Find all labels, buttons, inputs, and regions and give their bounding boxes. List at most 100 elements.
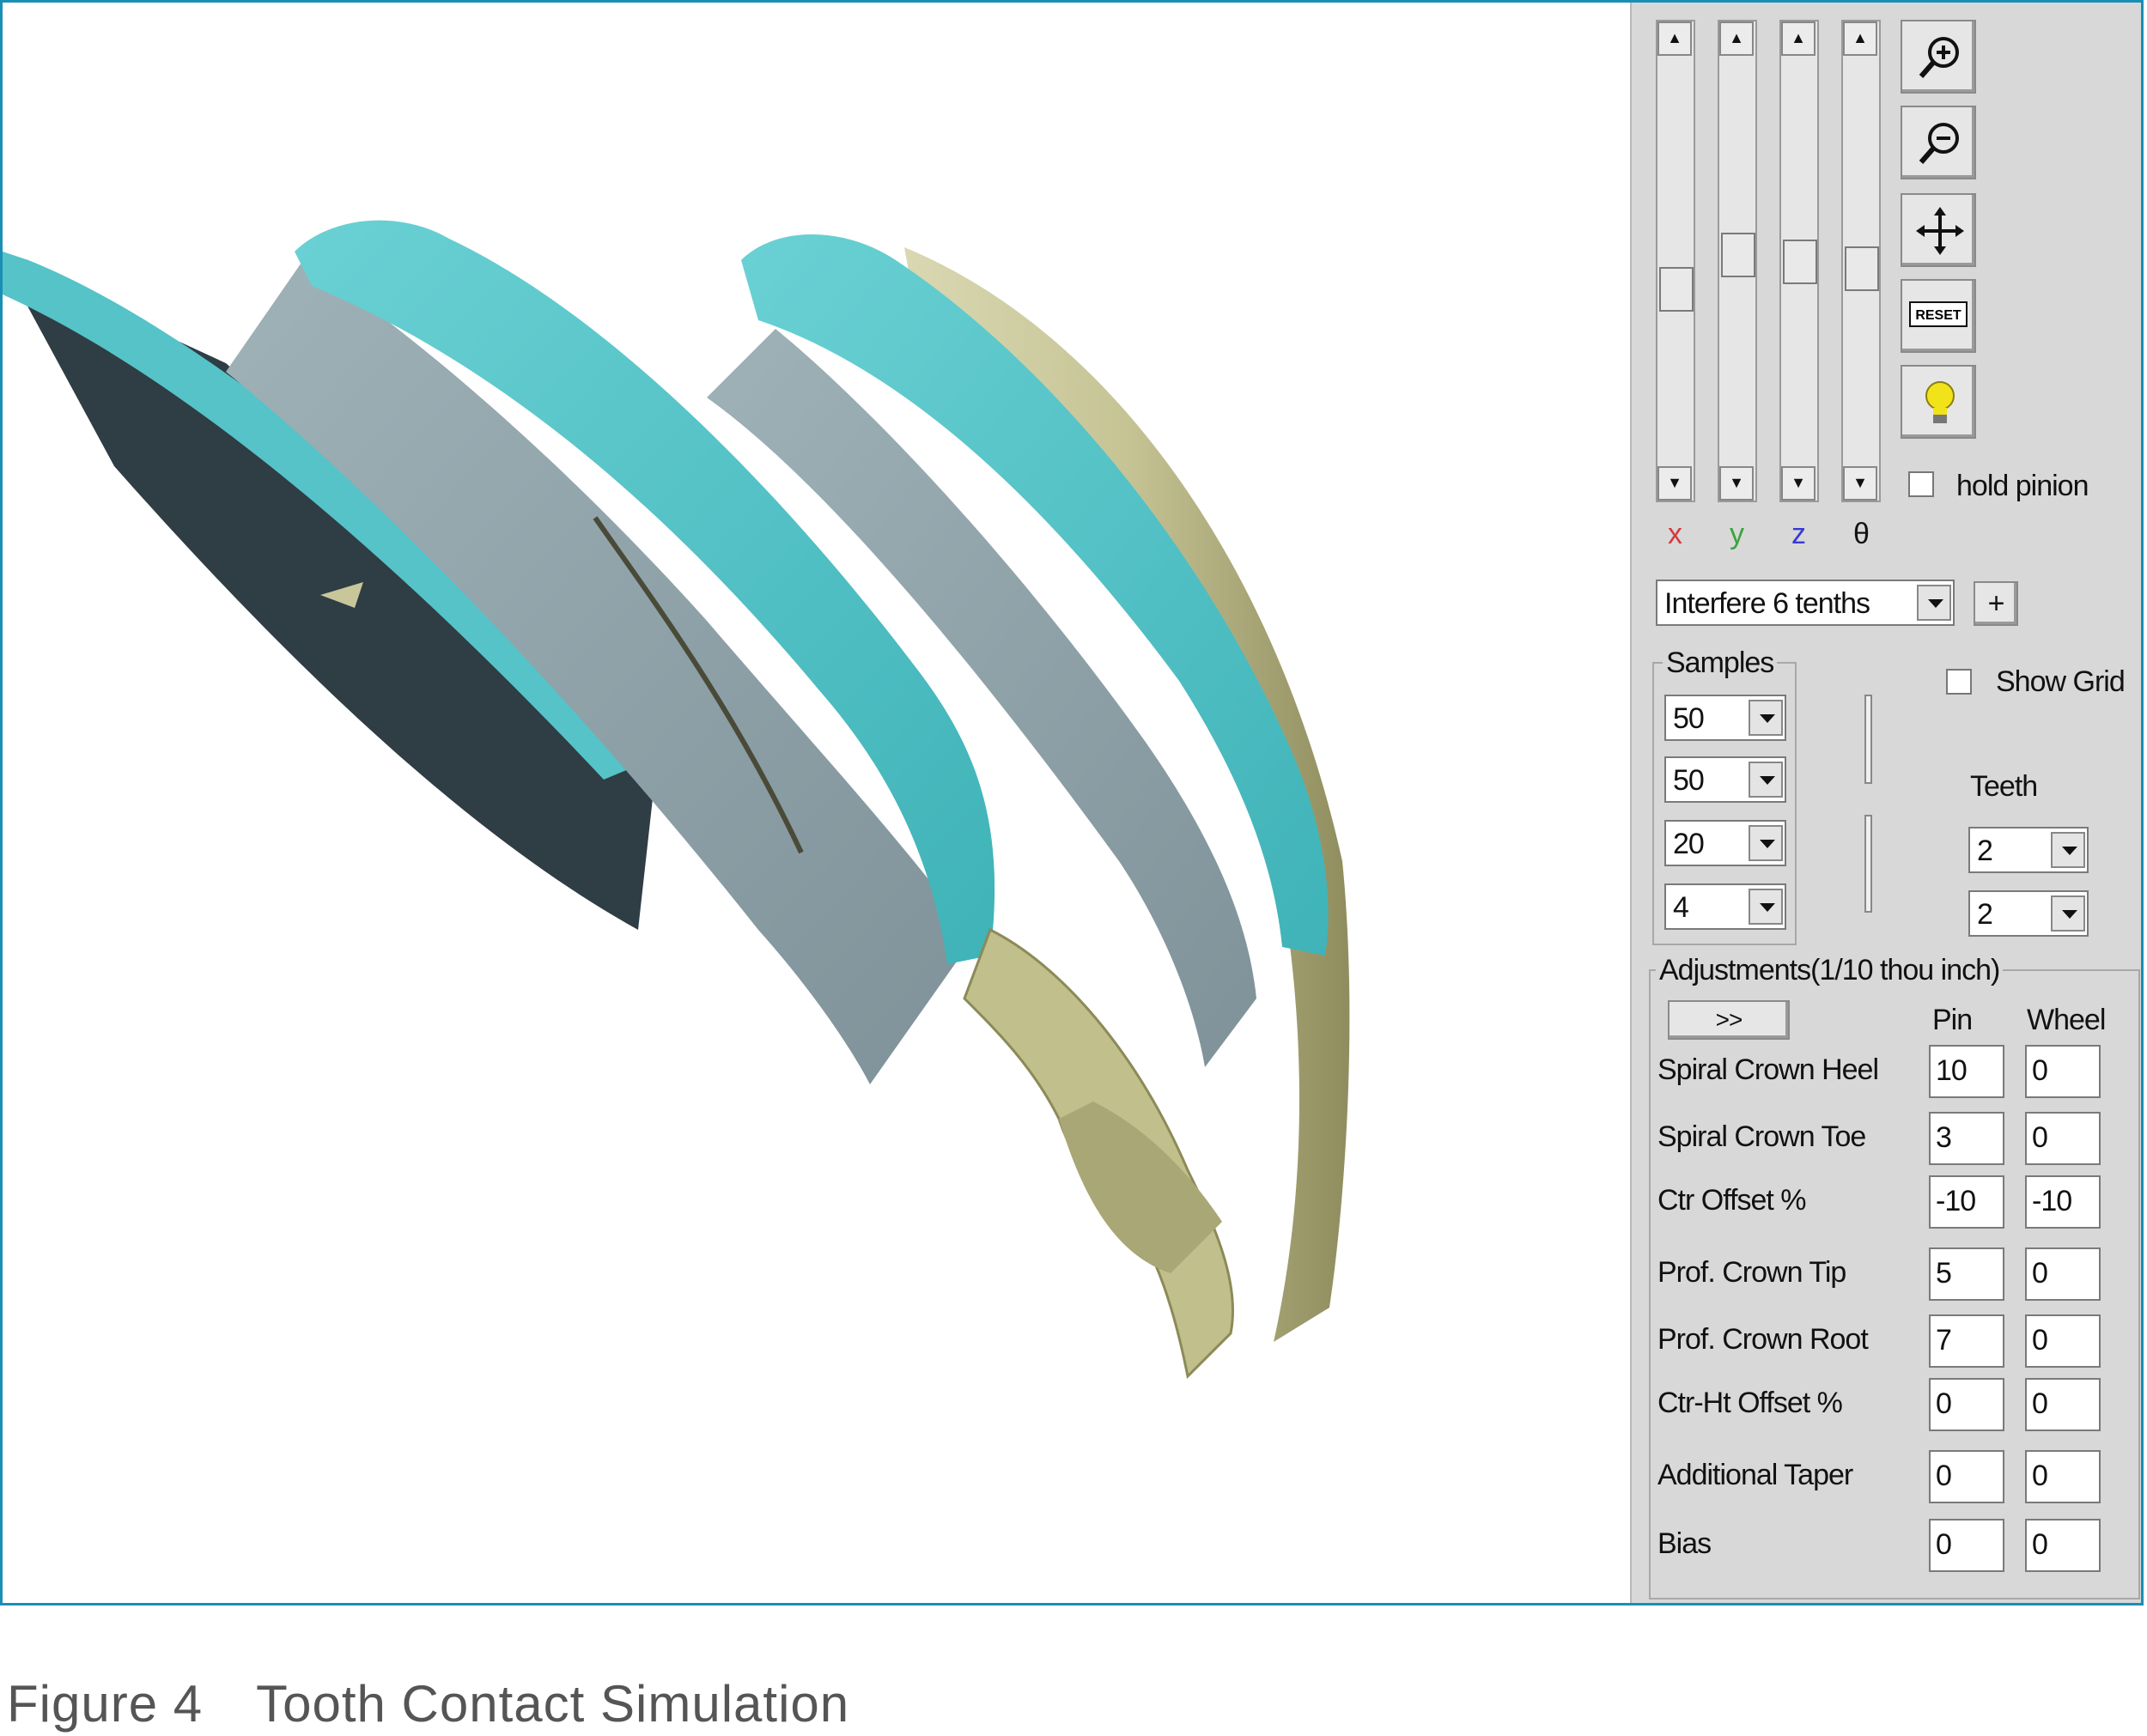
teeth-select-wheel[interactable]: 2 [1968, 890, 2089, 937]
adjustment-label: Spiral Crown Toe [1657, 1120, 1866, 1153]
adjustment-wheel-field[interactable]: 0 [2025, 1045, 2101, 1098]
samples-select-1[interactable]: 50 [1664, 695, 1786, 741]
adjustment-wheel-value: 0 [2032, 1528, 2048, 1561]
slider-y-up-button[interactable]: ▲ [1719, 21, 1754, 56]
samples-value-3: 20 [1673, 828, 1705, 860]
slider-z-thumb[interactable] [1783, 240, 1817, 284]
adjustment-pin-field[interactable]: 0 [1929, 1519, 2004, 1572]
chevron-down-icon [1749, 762, 1783, 798]
gear-tooth-render [3, 220, 1350, 1380]
adjustment-pin-field[interactable]: -10 [1929, 1175, 2004, 1229]
mode-select[interactable]: Interfere 6 tenths [1656, 580, 1955, 626]
slider-z-up-button[interactable]: ▲ [1781, 21, 1816, 56]
axis-label-x: x [1668, 518, 1682, 550]
adjustment-pin-value: 0 [1936, 1528, 1952, 1561]
mode-select-value: Interfere 6 tenths [1664, 587, 1870, 620]
slider-z-down-button[interactable]: ▼ [1781, 466, 1816, 501]
range-slider-track [1864, 695, 1872, 784]
slider-y-thumb[interactable] [1721, 233, 1755, 277]
slider-theta-thumb[interactable] [1845, 246, 1879, 291]
adjustment-pin-field[interactable]: 10 [1929, 1045, 2004, 1098]
control-panel: ▲ ▼ ▲ ▼ ▲ ▼ ▲ ▼ x y z θ RESET hold pinio… [1630, 3, 2141, 1603]
adjustment-pin-field[interactable]: 5 [1929, 1247, 2004, 1301]
slider-z[interactable]: ▲ ▼ [1779, 20, 1819, 502]
adjustment-label: Prof. Crown Tip [1657, 1256, 1846, 1289]
adjustment-wheel-field[interactable]: 0 [2025, 1112, 2101, 1165]
lighting-button[interactable] [1901, 365, 1976, 439]
chevron-down-icon [1749, 889, 1783, 925]
adjustment-pin-value: 0 [1936, 1460, 1952, 1492]
adjustment-wheel-value: 0 [2032, 1054, 2048, 1087]
show-grid-label: Show Grid [1996, 665, 2126, 698]
samples-title: Samples [1663, 646, 1778, 680]
samples-value-1: 50 [1673, 702, 1705, 735]
adjustment-pin-field[interactable]: 7 [1929, 1314, 2004, 1368]
show-grid-checkbox[interactable] [1946, 669, 1972, 695]
adjustment-pin-value: 3 [1936, 1121, 1952, 1154]
adjustment-pin-field[interactable]: 0 [1929, 1450, 2004, 1503]
adjustment-wheel-field[interactable]: 0 [2025, 1247, 2101, 1301]
hold-pinion-checkbox[interactable] [1908, 471, 1934, 497]
adjustment-wheel-value: -10 [2032, 1185, 2072, 1217]
3d-viewport[interactable] [3, 3, 1630, 1603]
range-slider-track-lower [1864, 815, 1872, 913]
zoom-in-button[interactable] [1901, 20, 1976, 94]
slider-theta[interactable]: ▲ ▼ [1841, 20, 1881, 502]
samples-select-4[interactable]: 4 [1664, 883, 1786, 930]
slider-x-thumb[interactable] [1659, 267, 1694, 312]
pan-button[interactable] [1901, 193, 1976, 267]
chevron-down-icon [1917, 585, 1951, 621]
axis-label-z: z [1791, 518, 1806, 550]
samples-value-4: 4 [1673, 891, 1689, 924]
adjustment-pin-value: 0 [1936, 1387, 1952, 1420]
adjustment-wheel-field[interactable]: 0 [2025, 1450, 2101, 1503]
adjustment-wheel-value: 0 [2032, 1324, 2048, 1357]
adjustment-wheel-field[interactable]: -10 [2025, 1175, 2101, 1229]
slider-x-down-button[interactable]: ▼ [1657, 466, 1692, 501]
adjustment-pin-value: 10 [1936, 1054, 1968, 1087]
samples-value-2: 50 [1673, 764, 1705, 797]
chevron-down-icon [2051, 832, 2085, 868]
adjustment-wheel-field[interactable]: 0 [2025, 1519, 2101, 1572]
zoom-out-button[interactable] [1901, 106, 1976, 179]
add-mode-button[interactable]: + [1974, 581, 2018, 626]
slider-y-down-button[interactable]: ▼ [1719, 466, 1754, 501]
slider-x[interactable]: ▲ ▼ [1656, 20, 1695, 502]
axis-label-theta: θ [1853, 518, 1870, 550]
axis-label-y: y [1730, 518, 1744, 550]
column-pin-header: Pin [1932, 1004, 1973, 1036]
teeth-value-wheel: 2 [1977, 898, 1993, 931]
adjustment-wheel-value: 0 [2032, 1121, 2048, 1154]
zoom-in-icon [1919, 37, 1959, 78]
adjustment-label: Ctr Offset % [1657, 1184, 1807, 1217]
samples-select-2[interactable]: 50 [1664, 756, 1786, 803]
expand-button[interactable]: >> [1668, 1000, 1790, 1040]
samples-select-3[interactable]: 20 [1664, 820, 1786, 866]
adjustment-wheel-value: 0 [2032, 1387, 2048, 1420]
column-wheel-header: Wheel [2027, 1004, 2106, 1036]
adjustment-pin-field[interactable]: 3 [1929, 1112, 2004, 1165]
adjustment-wheel-value: 0 [2032, 1257, 2048, 1290]
move-icon [1916, 207, 1964, 255]
chevron-down-icon [1749, 700, 1783, 736]
adjustment-wheel-value: 0 [2032, 1460, 2048, 1492]
teeth-label: Teeth [1970, 770, 2038, 803]
adjustment-pin-field[interactable]: 0 [1929, 1378, 2004, 1431]
teeth-value-pinion: 2 [1977, 835, 1993, 867]
reset-button[interactable]: RESET [1901, 279, 1976, 353]
adjustment-pin-value: 5 [1936, 1257, 1952, 1290]
teeth-select-pinion[interactable]: 2 [1968, 827, 2089, 873]
hold-pinion-label: hold pinion [1956, 470, 2089, 502]
adjustment-wheel-field[interactable]: 0 [2025, 1314, 2101, 1368]
adjustment-wheel-field[interactable]: 0 [2025, 1378, 2101, 1431]
slider-theta-down-button[interactable]: ▼ [1843, 466, 1877, 501]
figure-caption: Figure 4 Tooth Contact Simulation [7, 1674, 849, 1733]
slider-y[interactable]: ▲ ▼ [1718, 20, 1757, 502]
application-window: ▲ ▼ ▲ ▼ ▲ ▼ ▲ ▼ x y z θ RESET hold pinio… [0, 0, 2144, 1605]
adjustment-pin-value: 7 [1936, 1324, 1952, 1357]
reset-label: RESET [1909, 301, 1968, 327]
slider-theta-up-button[interactable]: ▲ [1843, 21, 1877, 56]
range-slider[interactable] [1857, 695, 1877, 918]
zoom-out-icon [1919, 123, 1959, 164]
slider-x-up-button[interactable]: ▲ [1657, 21, 1692, 56]
